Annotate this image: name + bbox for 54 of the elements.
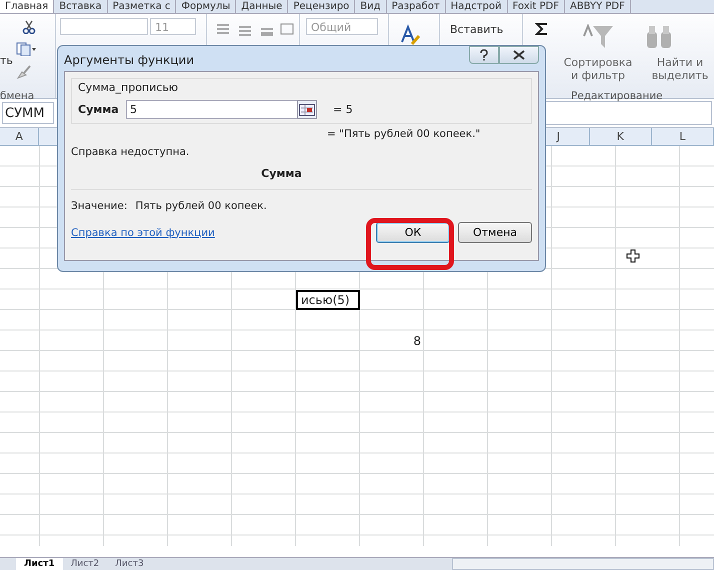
column-header[interactable]: A [0, 128, 40, 145]
ribbon-tab[interactable]: Foxit PDF [508, 0, 565, 13]
sum-icon[interactable] [535, 22, 549, 36]
ribbon-tab[interactable]: Надстрой [446, 0, 508, 13]
sheet-tab[interactable]: Лист2 [62, 558, 108, 570]
close-button[interactable] [499, 46, 539, 64]
sort-filter-button[interactable]: Сортировка и фильтр [563, 56, 633, 82]
styles-icon[interactable] [399, 24, 421, 46]
name-box[interactable]: СУММ [2, 102, 54, 124]
ribbon-tab[interactable]: Вставка [54, 0, 108, 13]
paste-label[interactable]: ть [0, 54, 13, 67]
close-icon [513, 50, 525, 60]
cursor-icon [626, 249, 640, 263]
ribbon-tab[interactable]: Разработ [386, 0, 446, 13]
column-header[interactable]: L [652, 128, 714, 145]
horizontal-scrollbar[interactable] [452, 558, 714, 570]
help-icon [479, 49, 489, 61]
sort-filter-icon[interactable] [583, 24, 613, 50]
ribbon-tab[interactable]: Разметка с [108, 0, 176, 13]
align-icons-drawing[interactable] [215, 22, 295, 36]
sheet-tab[interactable]: Лист3 [107, 558, 152, 570]
column-header[interactable]: K [590, 128, 652, 145]
table-cell-text: 8 [412, 332, 422, 350]
dialog-button[interactable]: ОК [376, 222, 450, 243]
help-button[interactable] [469, 46, 499, 64]
ribbon-tab[interactable]: Главная [0, 0, 54, 13]
help-text: Справка недоступна. [71, 146, 190, 158]
ribbon-tab[interactable]: Формулы [176, 0, 236, 13]
insert-button[interactable]: Вставить [450, 23, 504, 36]
find-select-button[interactable]: Найти и выделить [645, 56, 714, 82]
dialog-title: Аргументы функции [64, 52, 194, 67]
dialog-button[interactable]: Отмена [458, 222, 532, 243]
formula-result: = "Пять рублей 00 копеек." [327, 128, 482, 140]
function-name: Сумма_прописью [78, 81, 180, 94]
scissors-icon[interactable] [22, 20, 36, 34]
table-cell: исью(5) [296, 290, 360, 310]
ribbon-tab[interactable]: Рецензиро [288, 0, 356, 13]
value-label: Значение: [71, 200, 128, 212]
group-label: бмена [0, 90, 34, 102]
range-select-icon [299, 104, 315, 116]
argument-result: = 5 [333, 103, 353, 116]
brush-icon[interactable] [16, 64, 32, 80]
ribbon-tab[interactable]: Данные [236, 0, 288, 13]
ribbon-tab[interactable]: Вид [355, 0, 387, 13]
argument-label: Сумма [78, 103, 118, 116]
value-text: Пять рублей 00 копеек. [135, 200, 267, 212]
collapse-button[interactable] [297, 100, 317, 119]
ribbon-tab[interactable]: ABBYY PDF [564, 0, 631, 13]
group-label: Редактирование [571, 90, 663, 102]
argument-heading: Сумма [260, 167, 303, 180]
help-link[interactable]: Справка по этой функции [71, 226, 215, 238]
sheet-tab[interactable]: Лист1 [16, 558, 63, 570]
copy-icon[interactable] [16, 42, 36, 56]
argument-field[interactable]: 5 [126, 100, 299, 119]
